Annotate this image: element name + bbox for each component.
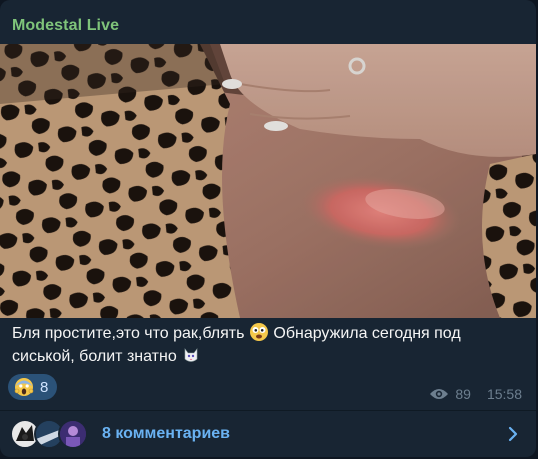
channel-name[interactable]: Modestal Live xyxy=(12,17,119,35)
comments-button[interactable]: 8 комментариев xyxy=(0,411,536,457)
post-time: 15:58 xyxy=(486,386,522,402)
commenter-avatars xyxy=(10,419,100,449)
cat-emoji-icon xyxy=(184,348,198,362)
chevron-right-icon xyxy=(508,426,518,442)
face-emoji-icon xyxy=(249,323,268,341)
reaction-count: 8 xyxy=(40,378,49,396)
caption-text-2: Обнаружила сегодня под xyxy=(268,325,461,342)
post-photo[interactable] xyxy=(0,44,536,318)
screaming-face-emoji-icon xyxy=(14,378,34,396)
caption-text-3: сиськой, болит знатно xyxy=(12,348,182,365)
message-bubble: Modestal Live Бля простите,это что рак,б… xyxy=(0,0,536,457)
avatar xyxy=(58,419,88,449)
post-photo-image xyxy=(0,44,536,318)
post-caption: Бля простите,это что рак,блять Обнаружил… xyxy=(12,322,512,368)
reaction-button[interactable]: 8 xyxy=(8,374,58,400)
eye-icon xyxy=(430,389,449,399)
post-meta: 89 15:58 xyxy=(429,386,522,402)
views-count: 89 xyxy=(455,386,471,402)
caption-text-1: Бля простите,это что рак,блять xyxy=(12,325,249,342)
comments-label: 8 комментариев xyxy=(102,425,231,442)
